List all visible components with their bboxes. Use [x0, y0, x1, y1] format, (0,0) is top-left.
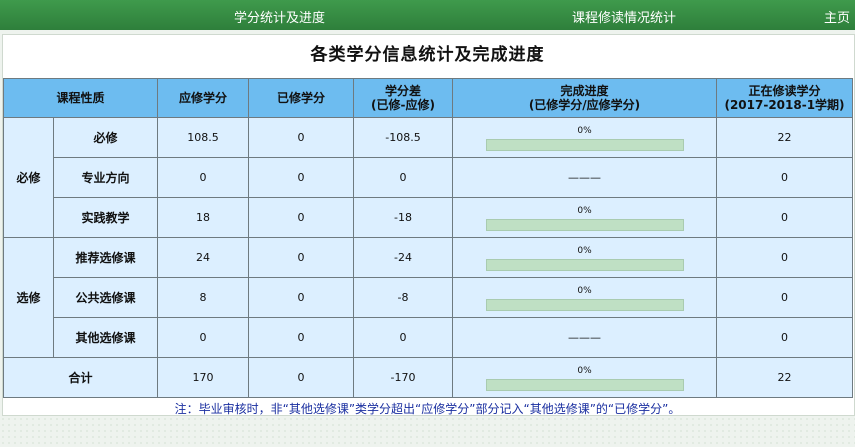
header-diff: 学分差 (已修-应修) — [353, 78, 453, 118]
row-earned: 0 — [248, 157, 354, 198]
header-diff-line2: (已修-应修) — [371, 98, 435, 112]
header-required: 应修学分 — [157, 78, 249, 118]
row-earned: 0 — [248, 277, 354, 318]
table-row: 专业方向 0 0 0 ——— 0 — [4, 157, 853, 198]
header-progress-line2: (已修学分/应修学分) — [528, 98, 641, 112]
total-diff: -170 — [353, 357, 453, 398]
row-required: 0 — [157, 157, 249, 198]
progress-percent: 0% — [577, 205, 592, 216]
row-progress: 0% — [452, 277, 717, 318]
footer-pattern — [0, 416, 855, 447]
row-current: 0 — [716, 237, 853, 278]
row-name: 其他选修课 — [53, 317, 158, 358]
row-progress: 0% — [452, 197, 717, 238]
row-required: 24 — [157, 237, 249, 278]
row-required: 18 — [157, 197, 249, 238]
row-diff: -24 — [353, 237, 453, 278]
total-label: 合计 — [3, 357, 158, 398]
progress-bar — [485, 258, 684, 271]
row-name: 专业方向 — [53, 157, 158, 198]
table-row: 其他选修课 0 0 0 ——— 0 — [4, 317, 853, 358]
row-progress: 0% — [452, 117, 717, 158]
row-name: 推荐选修课 — [53, 237, 158, 278]
row-current: 0 — [716, 317, 853, 358]
footnote: 注：毕业审核时，非“其他选修课”类学分超出“应修学分”部分记入“其他选修课”的“… — [174, 402, 681, 416]
total-row: 合计 170 0 -170 0% 22 — [3, 357, 853, 398]
total-required: 170 — [157, 357, 249, 398]
row-name: 公共选修课 — [53, 277, 158, 318]
progress-bar — [485, 378, 684, 391]
row-progress: ——— — [452, 157, 717, 198]
nav-credit-stats-link[interactable]: 学分统计及进度 — [234, 7, 325, 26]
row-name: 实践教学 — [53, 197, 158, 238]
group-elective: 选修 — [3, 237, 54, 358]
credit-table: 课程性质 应修学分 已修学分 学分差 (已修-应修) 完成进度 (已修学分/应修… — [3, 78, 853, 398]
row-earned: 0 — [248, 117, 354, 158]
nav-home-link[interactable]: 主页 — [824, 7, 850, 26]
row-current: 0 — [716, 277, 853, 318]
row-current: 0 — [716, 157, 853, 198]
header-category: 课程性质 — [3, 78, 158, 118]
header-earned: 已修学分 — [248, 78, 354, 118]
row-diff: -8 — [353, 277, 453, 318]
row-diff: 0 — [353, 317, 453, 358]
row-required: 108.5 — [157, 117, 249, 158]
row-name: 必修 — [53, 117, 158, 158]
table-header-row: 课程性质 应修学分 已修学分 学分差 (已修-应修) 完成进度 (已修学分/应修… — [3, 78, 853, 118]
progress-percent: 0% — [577, 285, 592, 296]
header-current: 正在修读学分 (2017-2018-1学期) — [716, 78, 853, 118]
total-earned: 0 — [248, 357, 354, 398]
progress-percent: 0% — [577, 245, 592, 256]
row-required: 0 — [157, 317, 249, 358]
row-current: 22 — [716, 117, 853, 158]
header-progress: 完成进度 (已修学分/应修学分) — [452, 78, 717, 118]
progress-percent: 0% — [577, 365, 592, 376]
row-earned: 0 — [248, 197, 354, 238]
row-required: 8 — [157, 277, 249, 318]
header-progress-line1: 完成进度 — [560, 84, 609, 98]
table-row: 公共选修课 8 0 -8 0% 0 — [4, 277, 853, 318]
total-current: 22 — [716, 357, 853, 398]
progress-bar — [485, 218, 684, 231]
row-progress: 0% — [452, 237, 717, 278]
nav-course-stats-link[interactable]: 课程修读情况统计 — [572, 7, 676, 26]
table-row: 必修 必修 108.5 0 -108.5 0% 22 — [3, 117, 853, 238]
group-compulsory: 必修 — [3, 117, 54, 238]
table-row: 实践教学 18 0 -18 0% 0 — [4, 197, 853, 238]
top-nav-bar: 学分统计及进度 课程修读情况统计 主页 — [0, 0, 855, 30]
progress-bar — [485, 298, 684, 311]
page-title: 各类学分信息统计及完成进度 — [310, 45, 545, 65]
row-earned: 0 — [248, 237, 354, 278]
progress-percent: 0% — [577, 125, 592, 136]
row-diff: -18 — [353, 197, 453, 238]
header-diff-line1: 学分差 — [384, 84, 421, 98]
table-row: 选修 推荐选修课 24 0 -24 0% 0 — [3, 237, 853, 358]
row-progress: ——— — [452, 317, 717, 358]
row-earned: 0 — [248, 317, 354, 358]
row-current: 0 — [716, 197, 853, 238]
header-current-line1: 正在修读学分 — [748, 84, 821, 98]
header-current-line2: (2017-2018-1学期) — [724, 98, 845, 112]
row-diff: 0 — [353, 157, 453, 198]
row-diff: -108.5 — [353, 117, 453, 158]
total-progress: 0% — [452, 357, 717, 398]
progress-bar — [485, 138, 684, 151]
